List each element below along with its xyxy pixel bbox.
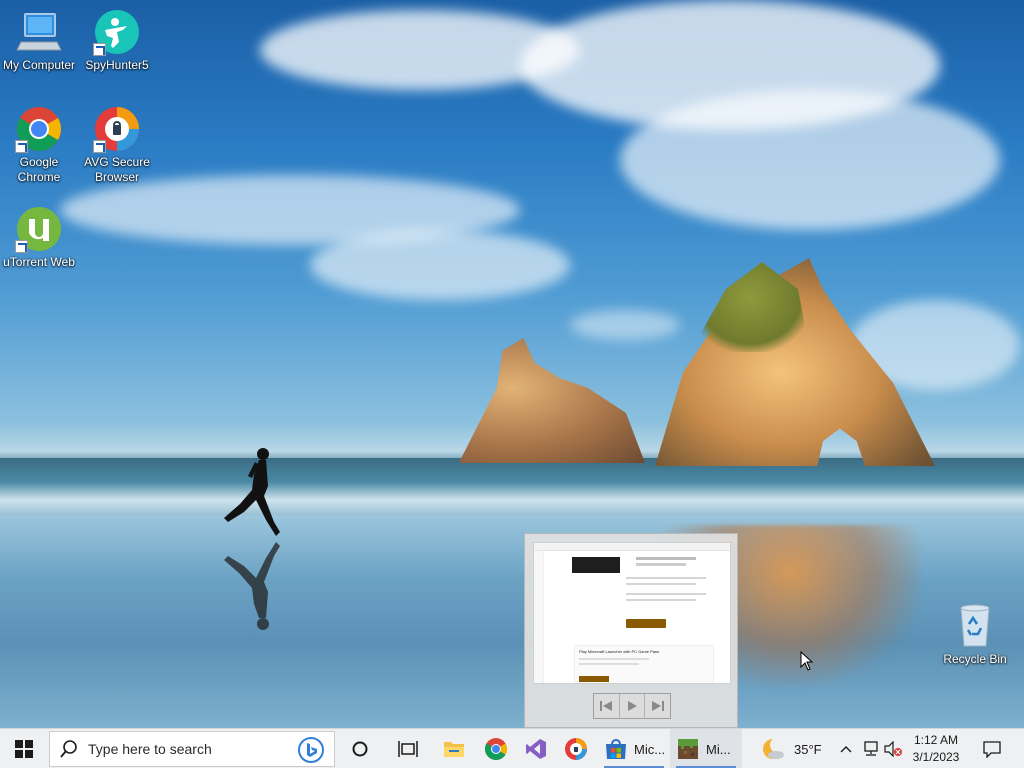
desktop-icon-label: uTorrent Web xyxy=(3,255,75,269)
chrome-icon xyxy=(15,105,63,153)
desktop-icon-my-computer[interactable]: My Computer xyxy=(0,8,78,73)
search-placeholder: Type here to search xyxy=(88,741,212,757)
recycle-bin-icon xyxy=(951,602,999,650)
thumb-play-button xyxy=(626,619,666,628)
show-hidden-icons-button[interactable] xyxy=(838,729,854,768)
thumb-text-line xyxy=(636,557,696,560)
desktop-icon-label: SpyHunter5 xyxy=(85,58,149,72)
thumb-card-button xyxy=(579,676,609,682)
small-rock xyxy=(458,338,645,463)
task-view-button[interactable] xyxy=(388,729,428,768)
spyhunter-icon xyxy=(93,8,141,56)
store-icon xyxy=(606,739,626,759)
action-center-button[interactable] xyxy=(976,729,1008,768)
thumb-text-line xyxy=(626,599,696,601)
taskbar-search-box[interactable]: Type here to search xyxy=(49,731,335,767)
thumbnail-window[interactable]: Play Minecraft Launcher with PC Game Pas… xyxy=(533,542,731,684)
weather-temperature: 35°F xyxy=(794,741,822,757)
previous-icon[interactable] xyxy=(594,694,620,718)
desktop-icon-label: AVG Secure Browser xyxy=(84,155,150,184)
thumb-sidebar xyxy=(534,551,544,683)
volume-muted-icon xyxy=(884,741,902,757)
sea xyxy=(0,458,1024,518)
desktop-icon-avg-secure-browser[interactable]: AVG Secure Browser xyxy=(78,105,156,185)
taskbar-clock[interactable]: 1:12 AM 3/1/2023 xyxy=(904,732,968,766)
avg-browser-icon xyxy=(93,105,141,153)
thumb-text-line xyxy=(626,577,706,579)
shortcut-arrow-icon xyxy=(93,140,106,153)
next-icon[interactable] xyxy=(645,694,670,718)
thumb-text-line xyxy=(579,663,639,665)
file-explorer-button[interactable] xyxy=(434,729,474,768)
network-button[interactable] xyxy=(860,729,882,768)
runner-silhouette xyxy=(224,448,280,536)
thumb-game-pass-card: Play Minecraft Launcher with PC Game Pas… xyxy=(574,645,714,683)
mouse-cursor-icon xyxy=(800,651,814,671)
taskbar: Type here to search Mic... Mi... 35°F 1:… xyxy=(0,728,1024,768)
microsoft-store-taskbar-button[interactable]: Mic... xyxy=(598,729,670,768)
desktop-icon-google-chrome[interactable]: Google Chrome xyxy=(0,105,78,185)
thumb-text-line xyxy=(636,563,686,566)
thumb-text-line xyxy=(626,593,706,595)
windows-logo-icon xyxy=(15,740,33,758)
volume-button[interactable] xyxy=(882,729,904,768)
clock-date: 3/1/2023 xyxy=(912,750,960,764)
notification-icon xyxy=(983,741,1001,758)
desktop-icon-utorrent-web[interactable]: uTorrent Web xyxy=(0,205,78,270)
thumb-text-line xyxy=(579,658,649,660)
runner-reflection xyxy=(224,542,280,630)
task-view-icon xyxy=(398,741,418,757)
shortcut-arrow-icon xyxy=(15,240,28,253)
bing-icon[interactable] xyxy=(298,737,324,763)
search-icon xyxy=(60,740,77,758)
avg-browser-icon xyxy=(565,738,587,760)
start-button[interactable] xyxy=(0,729,48,768)
desktop-icon-label: Google Chrome xyxy=(17,155,61,184)
folder-icon xyxy=(444,742,464,757)
chevron-up-icon xyxy=(840,746,852,753)
thumb-card-title: Play Minecraft Launcher with PC Game Pas… xyxy=(579,649,660,654)
cloud xyxy=(310,230,570,300)
desktop-icon-label: My Computer xyxy=(2,58,76,72)
thumb-titlebar xyxy=(534,543,730,551)
shortcut-arrow-icon xyxy=(15,140,28,153)
desktop-icon-recycle-bin[interactable]: Recycle Bin xyxy=(936,602,1014,667)
clock-time: 1:12 AM xyxy=(913,733,959,747)
weather-widget[interactable]: 35°F xyxy=(760,729,830,768)
shortcut-arrow-icon xyxy=(93,43,106,56)
thumbnail-media-controls xyxy=(593,693,671,719)
cloud xyxy=(620,90,1000,230)
network-icon xyxy=(864,741,878,756)
taskbar-app-label: Mi... xyxy=(706,741,731,757)
desktop-icon-label: Recycle Bin xyxy=(943,652,1007,666)
visual-studio-icon xyxy=(526,739,546,759)
cortana-button[interactable] xyxy=(340,729,380,768)
thumb-text-line xyxy=(626,583,696,585)
chrome-taskbar-button[interactable] xyxy=(476,729,516,768)
cloud xyxy=(570,310,680,340)
moon-icon xyxy=(763,737,786,759)
minecraft-icon xyxy=(678,739,698,759)
thumb-hero-image xyxy=(572,557,620,573)
play-icon[interactable] xyxy=(620,694,646,718)
taskbar-app-label: Mic... xyxy=(634,741,666,757)
chrome-icon xyxy=(485,738,507,760)
minecraft-taskbar-button[interactable]: Mi... xyxy=(670,729,742,768)
desktop-icon-spyhunter[interactable]: SpyHunter5 xyxy=(78,8,156,73)
utorrent-icon xyxy=(15,205,63,253)
cortana-icon xyxy=(352,741,368,757)
computer-icon xyxy=(15,8,63,56)
taskbar-thumbnail-preview[interactable]: Play Minecraft Launcher with PC Game Pas… xyxy=(524,533,738,728)
visual-studio-button[interactable] xyxy=(516,729,556,768)
avg-browser-taskbar-button[interactable] xyxy=(556,729,596,768)
